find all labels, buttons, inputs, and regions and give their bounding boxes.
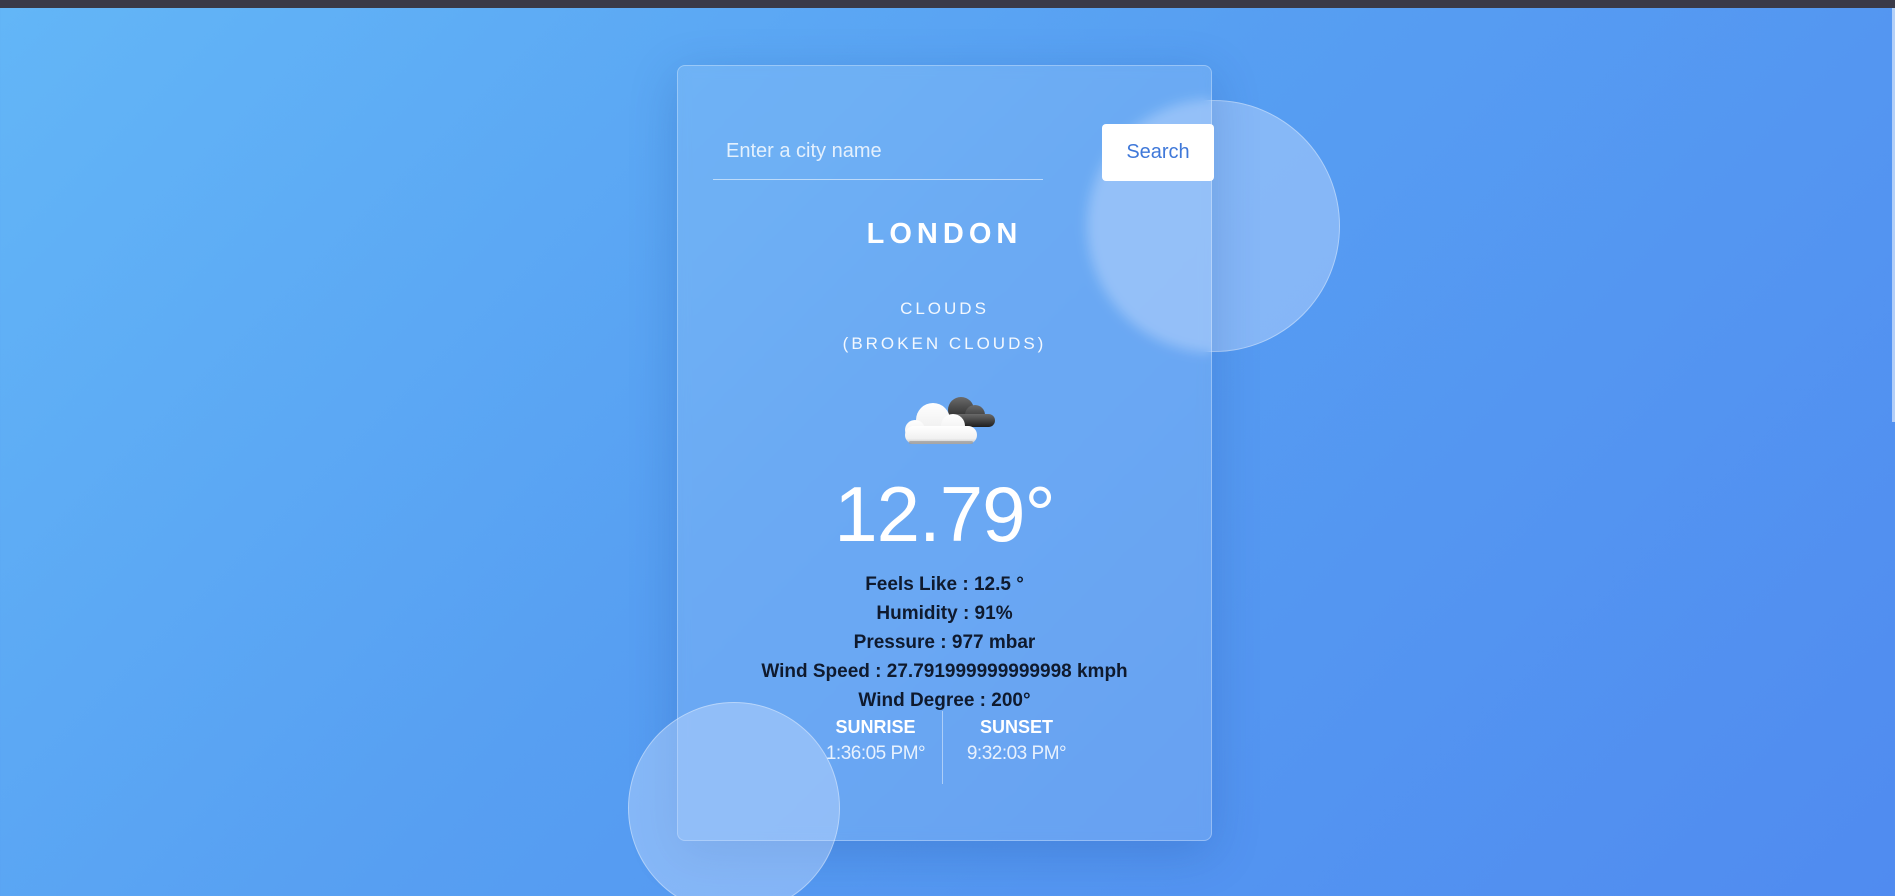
humidity: Humidity : 91% <box>876 603 1013 624</box>
feels-like: Feels Like : 12.5 ° <box>865 574 1024 595</box>
pressure: Pressure : 977 mbar <box>853 632 1036 653</box>
weather-condition: CLOUDS (BROKEN CLOUDS) <box>678 291 1211 361</box>
condition-detail: (BROKEN CLOUDS) <box>842 334 1047 353</box>
sunset-time: 9:32:03 PM° <box>966 743 1067 764</box>
temperature: 12.79° <box>834 470 1055 558</box>
sunrise-label: SUNRISE <box>835 717 916 737</box>
city-name: LONDON <box>866 218 1023 250</box>
weather-stats: Feels Like : 12.5 ° Humidity : 91% Press… <box>678 570 1211 715</box>
sunset: SUNSET 9:32:03 PM° <box>954 711 1079 769</box>
browser-top-bar <box>0 0 1895 8</box>
search-button[interactable]: Search <box>1102 124 1214 181</box>
city-search-input[interactable] <box>713 124 1043 180</box>
broken-clouds-icon <box>905 397 995 444</box>
sun-divider <box>942 711 943 784</box>
sunset-label: SUNSET <box>979 717 1053 737</box>
search-form: Search <box>713 124 1214 184</box>
condition-main: CLOUDS <box>900 299 989 318</box>
wind-speed: Wind Speed : 27.791999999999998 kmph <box>761 661 1128 682</box>
